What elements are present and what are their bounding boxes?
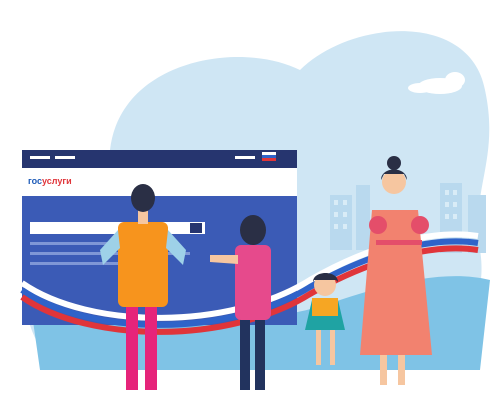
logo-part2: услуги	[42, 176, 72, 186]
logo-part1: гос	[28, 176, 42, 186]
search-icon	[190, 223, 202, 233]
illustration-scene: госуслуги	[20, 31, 490, 390]
flag-icon	[262, 152, 276, 161]
gosuslugi-logo: госуслуги	[28, 176, 72, 186]
